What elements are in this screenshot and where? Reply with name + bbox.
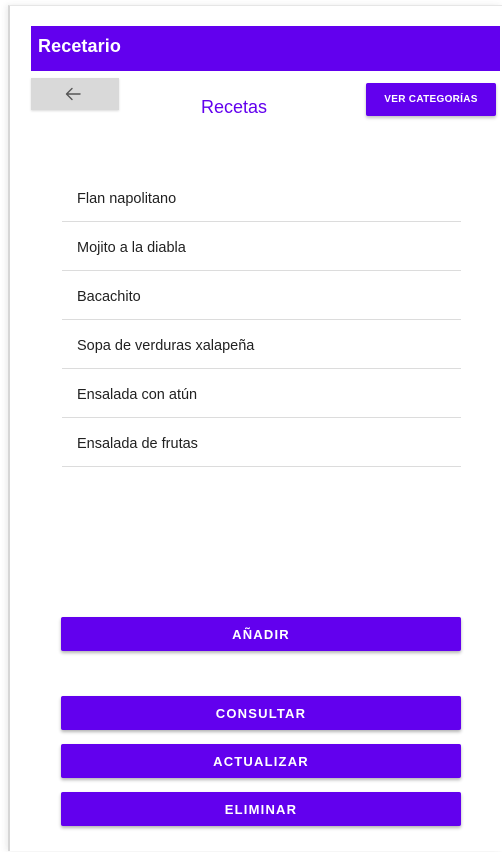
recipe-name: Sopa de verduras xalapeña	[77, 338, 255, 354]
app-title: Recetario	[38, 36, 121, 56]
recipe-list: Flan napolitano Mojito a la diabla Bacac…	[62, 173, 461, 467]
list-item[interactable]: Sopa de verduras xalapeña	[62, 320, 461, 369]
list-item[interactable]: Ensalada con atún	[62, 369, 461, 418]
recipe-name: Ensalada con atún	[77, 387, 198, 403]
list-item[interactable]: Bacachito	[62, 271, 461, 320]
consult-button[interactable]: CONSULTAR	[61, 696, 461, 730]
recipe-name: Bacachito	[77, 289, 141, 305]
list-item[interactable]: Flan napolitano	[62, 173, 461, 222]
recipe-name: Ensalada de frutas	[77, 436, 198, 452]
add-button[interactable]: AÑADIR	[61, 617, 461, 651]
delete-button[interactable]: ELIMINAR	[61, 792, 461, 826]
view-categories-button[interactable]: VER CATEGORÍAS	[366, 83, 496, 116]
app-bar: Recetario	[31, 26, 500, 71]
screen-title: Recetas	[200, 97, 268, 117]
update-button[interactable]: ACTUALIZAR	[61, 744, 461, 778]
recipe-name: Flan napolitano	[77, 191, 177, 207]
list-item[interactable]: Mojito a la diabla	[62, 222, 461, 271]
list-item[interactable]: Ensalada de frutas	[62, 418, 461, 467]
back-button[interactable]	[31, 78, 119, 110]
arrow-left-icon	[65, 87, 81, 101]
recipe-name: Mojito a la diabla	[77, 240, 186, 256]
